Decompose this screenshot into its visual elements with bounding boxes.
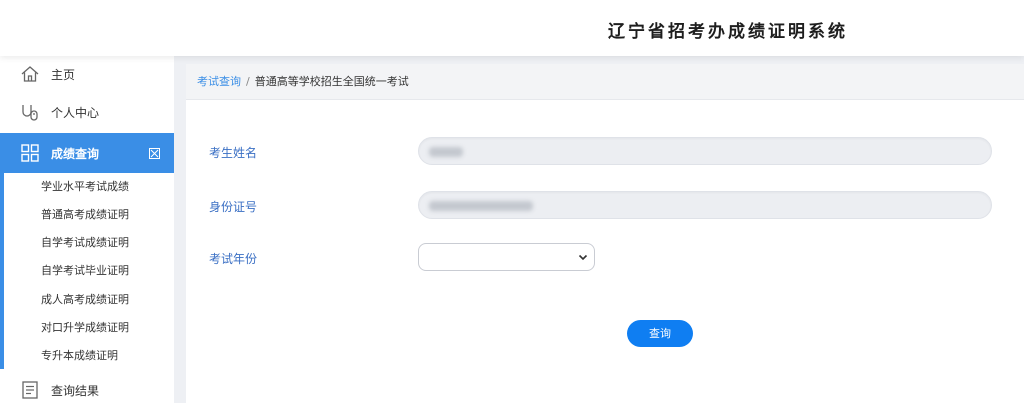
submenu-item[interactable]: 成人高考成绩证明 — [0, 286, 174, 314]
chevron-down-icon — [578, 254, 588, 261]
submenu-item[interactable]: 自学考试毕业证明 — [0, 257, 174, 285]
exam-year-select[interactable] — [418, 243, 595, 271]
sidebar: 主页 个人中心 成绩查询 学业水平考试成绩 普通高考成绩证明 自学考试成绩证明 … — [0, 56, 174, 403]
masked-name-value — [429, 147, 463, 157]
breadcrumb: 考试查询 / 普通高等学校招生全国统一考试 — [186, 64, 1024, 100]
sidebar-item-label: 成绩查询 — [51, 146, 100, 161]
main-panel: 考试查询 / 普通高等学校招生全国统一考试 考生姓名 身份证号 考试年份 查询 — [186, 64, 1024, 403]
name-label: 考生姓名 — [209, 146, 258, 160]
document-icon — [22, 381, 38, 399]
collapse-icon[interactable] — [149, 148, 160, 159]
submenu-item[interactable]: 对口升学成绩证明 — [0, 314, 174, 342]
sidebar-item-label: 个人中心 — [51, 105, 100, 120]
sidebar-item-query-results[interactable]: 查询结果 — [0, 372, 174, 403]
sidebar-item-personal-center[interactable]: 个人中心 — [0, 94, 174, 130]
id-number-label: 身份证号 — [209, 200, 258, 214]
sidebar-item-score-query[interactable]: 成绩查询 — [0, 133, 174, 173]
breadcrumb-root-link[interactable]: 考试查询 — [197, 75, 241, 88]
sidebar-item-home[interactable]: 主页 — [0, 56, 174, 92]
score-query-submenu: 学业水平考试成绩 普通高考成绩证明 自学考试成绩证明 自学考试毕业证明 成人高考… — [0, 173, 174, 371]
submenu-item[interactable]: 普通高考成绩证明 — [0, 201, 174, 229]
submenu-item[interactable]: 自学考试成绩证明 — [0, 229, 174, 257]
masked-id-value — [429, 201, 533, 211]
id-number-input[interactable] — [418, 191, 992, 219]
submenu-item[interactable]: 学业水平考试成绩 — [0, 173, 174, 201]
breadcrumb-current: 普通高等学校招生全国统一考试 — [254, 75, 409, 88]
sidebar-item-label: 主页 — [51, 67, 76, 82]
home-icon — [21, 66, 39, 82]
exam-year-label: 考试年份 — [209, 252, 258, 266]
grid-icon — [21, 144, 39, 162]
query-button[interactable]: 查询 — [627, 320, 693, 347]
breadcrumb-separator: / — [246, 75, 250, 88]
user-icon — [22, 105, 38, 121]
top-header: 辽宁省招考办成绩证明系统 — [0, 0, 1024, 56]
sidebar-item-label: 查询结果 — [51, 383, 100, 398]
name-input[interactable] — [418, 137, 992, 165]
submenu-item[interactable]: 专升本成绩证明 — [0, 342, 174, 370]
system-title: 辽宁省招考办成绩证明系统 — [608, 22, 848, 42]
